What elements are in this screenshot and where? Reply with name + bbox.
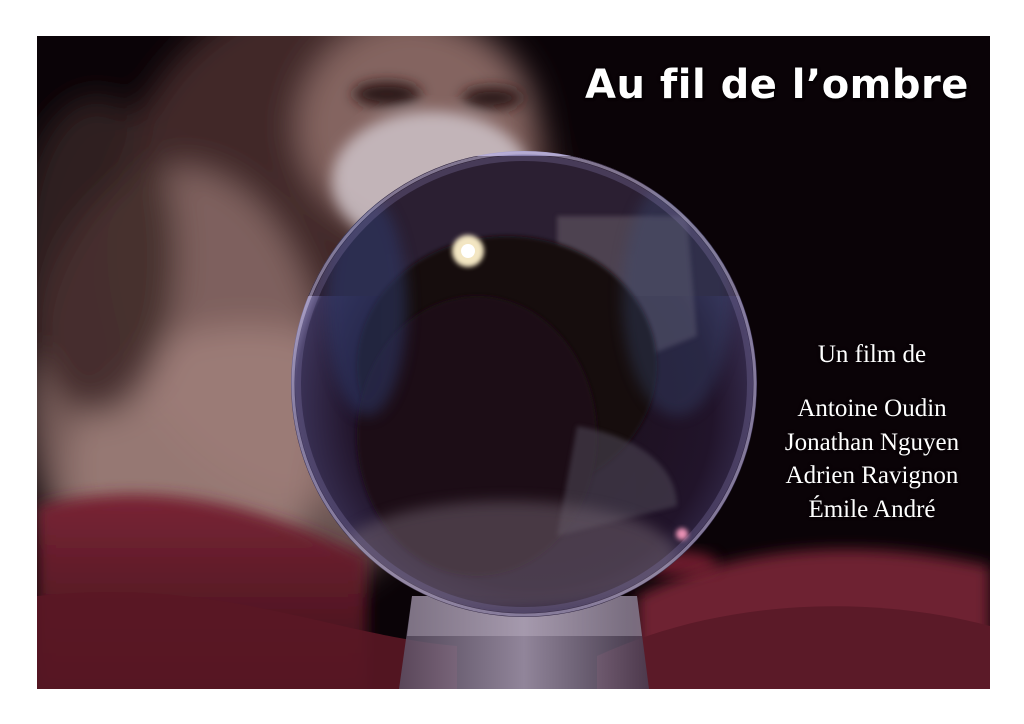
film-title: Au fil de l’ombre (585, 62, 969, 108)
director-list: Antoine Oudin Jonathan Nguyen Adrien Rav… (757, 392, 987, 526)
director-name: Émile André (808, 495, 936, 523)
director-name: Adrien Ravignon (785, 462, 959, 489)
credits-block: Un film de Antoine Oudin Jonathan Nguyen… (757, 340, 987, 526)
page: Au fil de l’ombre Un film de Antoine Oud… (0, 0, 1024, 724)
director-name: Antoine Oudin (797, 395, 947, 422)
credit-intro: Un film de (817, 341, 927, 368)
director-name: Jonathan Nguyen (784, 428, 960, 456)
movie-poster: Au fil de l’ombre Un film de Antoine Oud… (37, 36, 990, 689)
